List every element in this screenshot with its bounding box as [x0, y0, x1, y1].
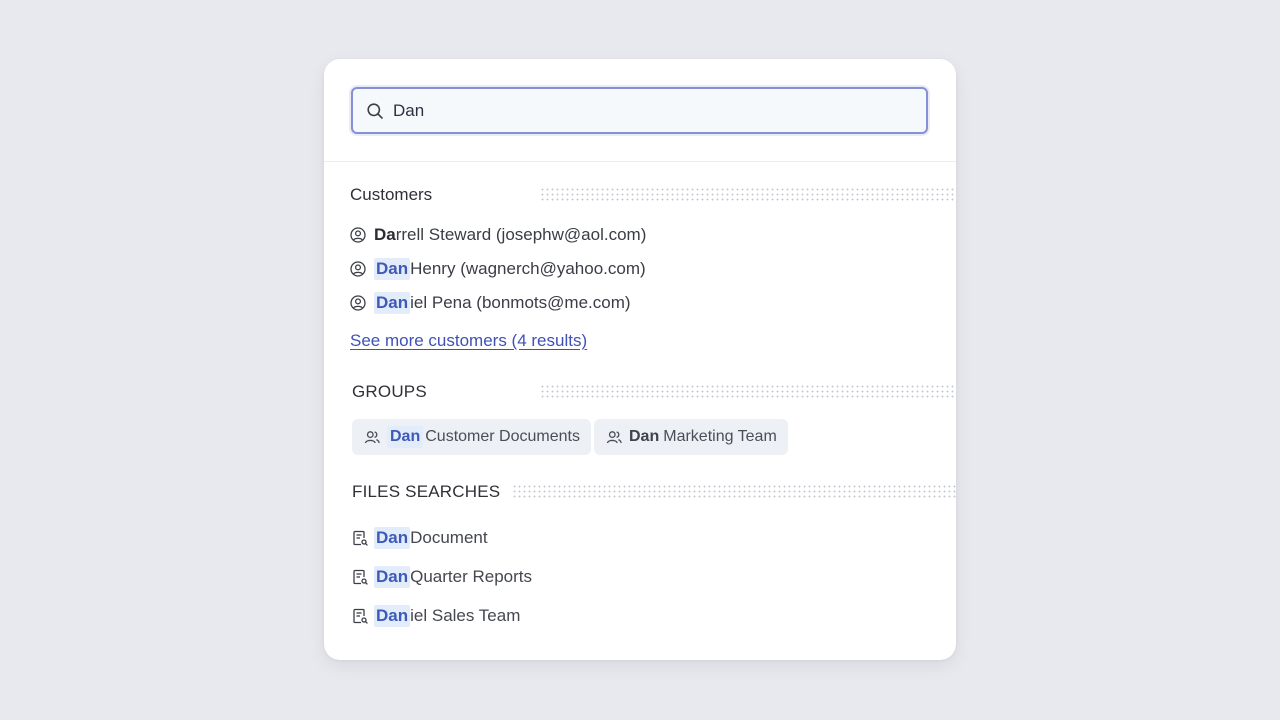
groups-section-header: GROUPS	[352, 380, 956, 404]
section-divider-dots	[512, 484, 956, 500]
search-header	[324, 59, 956, 162]
search-dropdown-card: Customers Darrell Steward (josephw@aol.c…	[324, 59, 956, 660]
customer-item[interactable]: Dan Henry (wagnerch@yahoo.com)	[350, 257, 646, 281]
customer-item[interactable]: Da rrell Steward (josephw@aol.com)	[350, 223, 646, 247]
group-name: Customer Documents	[425, 428, 580, 445]
user-circle-icon	[350, 261, 366, 277]
group-match-highlight: Dan	[387, 426, 424, 448]
group-name: Marketing Team	[663, 428, 777, 445]
customers-section-title: Customers	[350, 185, 433, 204]
file-search-item[interactable]: Dan Quarter Reports	[352, 565, 532, 589]
groups-section-title: GROUPS	[352, 382, 427, 401]
group-chip-customer-documents[interactable]: Dan Customer Documents	[352, 419, 591, 455]
file-search-icon	[352, 569, 368, 585]
user-circle-icon	[350, 295, 366, 311]
customer-rest-text: Henry (wagnerch@yahoo.com)	[410, 259, 646, 278]
section-divider-dots	[540, 384, 956, 400]
file-search-icon	[352, 608, 368, 624]
file-name: iel Sales Team	[410, 606, 521, 625]
customer-match-highlight: Dan	[374, 258, 411, 280]
files-section-title: FILES SEARCHES	[352, 482, 501, 501]
customer-item[interactable]: Dan iel Pena (bonmots@me.com)	[350, 291, 631, 315]
file-match-highlight: Dan	[374, 566, 411, 588]
customer-rest-text: iel Pena (bonmots@me.com)	[410, 293, 631, 312]
file-search-item[interactable]: Dan Document	[352, 526, 488, 550]
search-icon	[366, 102, 384, 120]
customer-match-text: Da	[374, 225, 396, 244]
section-divider-dots	[540, 187, 956, 203]
see-more-customers-link[interactable]: See more customers (4 results)	[350, 331, 587, 351]
user-circle-icon	[350, 227, 366, 243]
users-icon	[606, 429, 623, 446]
search-box[interactable]	[351, 87, 928, 134]
files-section-header: FILES SEARCHES	[352, 480, 956, 504]
file-search-item[interactable]: Dan iel Sales Team	[352, 604, 520, 628]
file-name: Document	[410, 528, 488, 547]
file-match-highlight: Dan	[374, 605, 411, 627]
group-match-text: Dan	[629, 428, 660, 445]
group-chip-marketing-team[interactable]: Dan Marketing Team	[594, 419, 788, 455]
search-input[interactable]	[393, 95, 913, 126]
customers-section-header: Customers	[350, 183, 956, 207]
customer-match-highlight: Dan	[374, 292, 411, 314]
file-match-highlight: Dan	[374, 527, 411, 549]
customer-rest-text: rrell Steward (josephw@aol.com)	[395, 225, 647, 244]
file-search-icon	[352, 530, 368, 546]
users-icon	[364, 429, 381, 446]
file-name: Quarter Reports	[410, 567, 533, 586]
